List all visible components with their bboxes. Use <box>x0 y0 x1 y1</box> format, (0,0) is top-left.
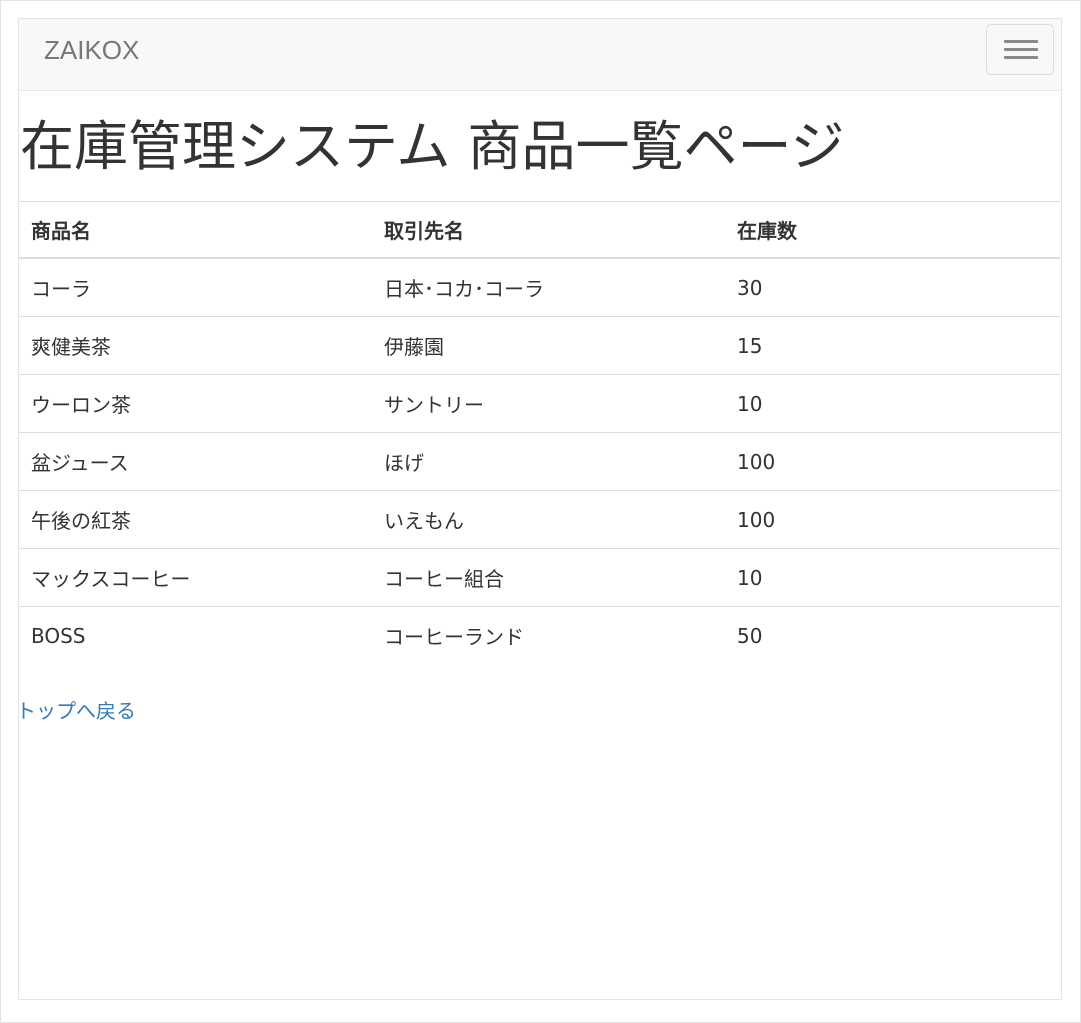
cell-supplier-name: コーヒーランド <box>372 606 725 664</box>
page-title: 在庫管理システム 商品一覧ページ <box>20 115 845 178</box>
cell-stock-count: 100 <box>725 432 1060 491</box>
cell-supplier-name: 伊藤園 <box>372 316 725 375</box>
navbar-toggle-button[interactable] <box>986 24 1054 75</box>
table-header-row: 商品名 取引先名 在庫数 <box>19 201 1060 259</box>
cell-stock-count: 15 <box>725 316 1060 375</box>
cell-stock-count: 30 <box>725 257 1060 317</box>
table-row: 爽健美茶 伊藤園 15 <box>19 316 1060 375</box>
inventory-table: 商品名 取引先名 在庫数 コーラ 日本･コカ･コーラ 30 爽健美茶 伊藤園 1… <box>19 201 1060 664</box>
navbar-brand[interactable]: ZAIKOX <box>44 35 139 66</box>
cell-stock-count: 100 <box>725 490 1060 549</box>
cell-product-name: ウーロン茶 <box>19 374 372 433</box>
cell-supplier-name: いえもん <box>372 490 725 549</box>
cell-supplier-name: 日本･コカ･コーラ <box>372 257 725 317</box>
cell-stock-count: 10 <box>725 374 1060 433</box>
cell-product-name: 午後の紅茶 <box>19 490 372 549</box>
cell-supplier-name: サントリー <box>372 374 725 433</box>
back-to-top-link[interactable]: トップへ戻る <box>19 695 136 724</box>
table-row: 盆ジュース ほげ 100 <box>19 432 1060 491</box>
cell-supplier-name: コーヒー組合 <box>372 548 725 607</box>
cell-product-name: 爽健美茶 <box>19 316 372 375</box>
cell-supplier-name: ほげ <box>372 432 725 491</box>
table-row: マックスコーヒー コーヒー組合 10 <box>19 548 1060 607</box>
column-header-supplier-name: 取引先名 <box>372 201 725 259</box>
table-row: BOSS コーヒーランド 50 <box>19 606 1060 664</box>
navbar: ZAIKOX <box>19 19 1061 91</box>
column-header-stock-count: 在庫数 <box>725 201 1060 259</box>
cell-product-name: マックスコーヒー <box>19 548 372 607</box>
column-header-product-name: 商品名 <box>19 201 372 259</box>
cell-product-name: 盆ジュース <box>19 432 372 491</box>
page-container: ZAIKOX 在庫管理システム 商品一覧ページ 商品名 取引先名 在庫数 コーラ… <box>18 18 1062 1000</box>
table-row: 午後の紅茶 いえもん 100 <box>19 490 1060 549</box>
cell-product-name: コーラ <box>19 257 372 317</box>
cell-product-name: BOSS <box>19 606 372 664</box>
cell-stock-count: 50 <box>725 606 1060 664</box>
table-row: ウーロン茶 サントリー 10 <box>19 374 1060 433</box>
table-row: コーラ 日本･コカ･コーラ 30 <box>19 257 1060 317</box>
cell-stock-count: 10 <box>725 548 1060 607</box>
